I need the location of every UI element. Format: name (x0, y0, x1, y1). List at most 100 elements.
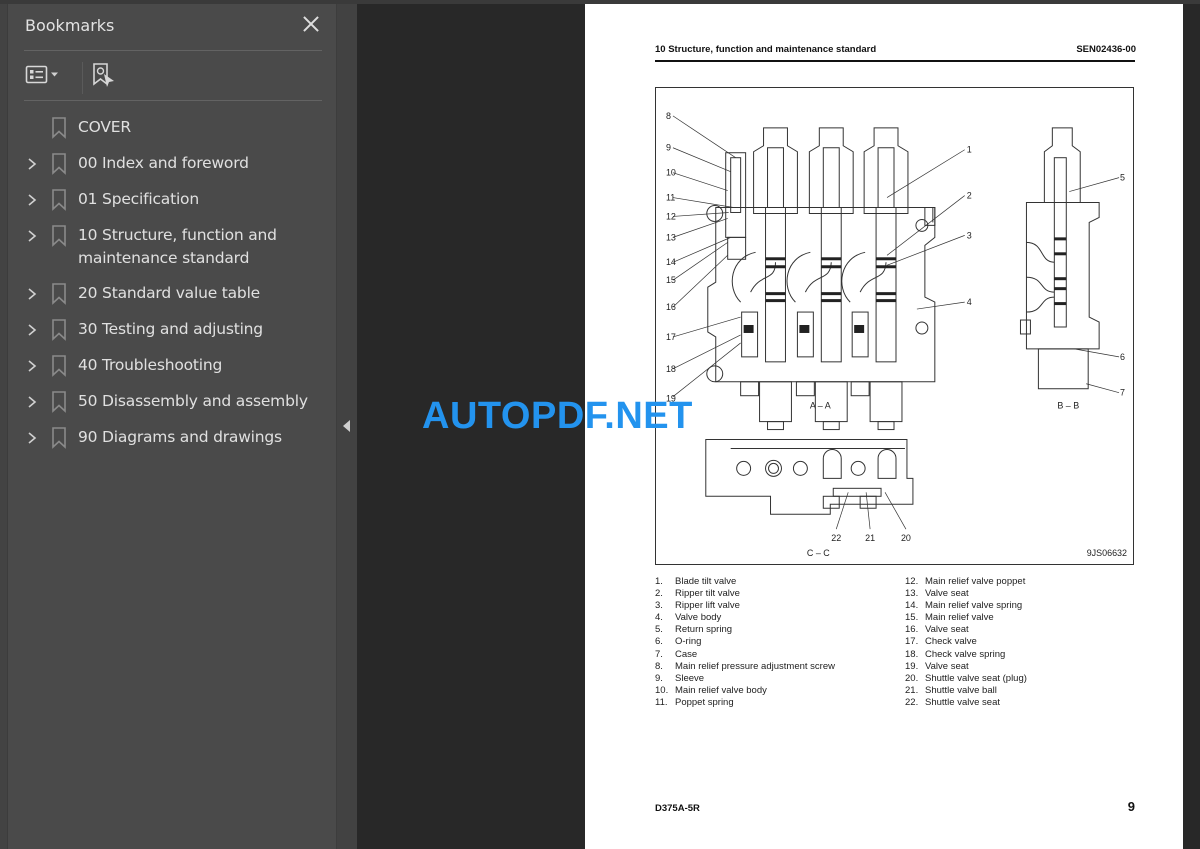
legend-text: Valve seat (925, 624, 969, 636)
legend-item: 4. Valve body (655, 612, 835, 624)
bookmark-icon (48, 318, 70, 342)
legend-number: 4. (655, 612, 663, 624)
bookmark-label: 40 Troubleshooting (78, 356, 223, 374)
legend-number: 20. (905, 672, 919, 684)
bookmark-options-button[interactable] (25, 64, 65, 86)
legend-number: 2. (655, 588, 663, 600)
legend-number: 19. (905, 660, 919, 672)
legend-item: 6. O-ring (655, 636, 835, 648)
collapse-panel-handle[interactable] (336, 4, 357, 849)
figure-label: A – A (810, 401, 831, 411)
legend-text: Sleeve (675, 672, 705, 684)
legend-text: Main relief pressure adjustment screw (675, 660, 835, 672)
bookmark-icon (48, 282, 70, 306)
bookmark-icon (48, 354, 70, 378)
legend-item: 18. Check valve spring (905, 649, 1027, 661)
legend-text: Main relief valve (925, 612, 994, 624)
figure-label: 21 (865, 533, 875, 543)
chevron-right-icon[interactable] (16, 188, 48, 212)
chevron-right-icon[interactable] (16, 390, 48, 414)
watermark-text: AUTOPDF.NET (422, 395, 693, 437)
figure-label: 17 (666, 332, 676, 342)
dropdown-caret-icon (51, 72, 58, 77)
bookmark-label: 50 Disassembly and assembly (78, 392, 308, 410)
legend-item: 10. Main relief valve body (655, 685, 835, 697)
bookmark-item[interactable]: 90 Diagrams and drawings (16, 426, 336, 450)
chevron-right-icon[interactable] (16, 318, 48, 342)
legend-number: 12. (905, 576, 919, 587)
legend-text: Blade tilt valve (675, 576, 737, 587)
control-valve-diagram: 8910111213141516171819123456722 21 20A – A… (666, 111, 1127, 558)
legend-number: 11. (655, 696, 668, 708)
spool-3 (863, 127, 909, 431)
bookmark-item[interactable]: 30 Testing and adjusting (16, 318, 336, 342)
legend-number: 21. (905, 684, 919, 696)
figure-label: 12 (666, 211, 676, 221)
legend-number: 13. (905, 588, 919, 600)
legend-number: 22. (905, 696, 919, 708)
bookmark-label: 01 Specification (78, 190, 199, 208)
legend-item: 13. Valve seat (905, 588, 1027, 600)
bookmark-item[interactable]: COVER (16, 116, 336, 140)
chevron-right-icon[interactable] (16, 354, 48, 378)
bookmark-item[interactable]: 00 Index and foreword (16, 152, 336, 176)
legend-number: 6. (655, 636, 663, 648)
legend-number: 15. (905, 612, 919, 624)
legend-number: 10. (655, 684, 669, 696)
legend-item: 1. Blade tilt valve (655, 576, 835, 588)
chevron-right-icon[interactable] (16, 282, 48, 306)
legend-text: Poppet spring (675, 696, 734, 708)
bookmark-label: COVER (78, 118, 131, 136)
legend-text: Valve body (675, 612, 722, 624)
legend-text: Case (675, 648, 698, 660)
toolbar-separator (82, 62, 83, 94)
chevron-right-icon[interactable] (16, 152, 48, 176)
bookmark-item[interactable]: 10 Structure, function and maintenance s… (16, 224, 336, 270)
bookmark-icon (48, 116, 70, 140)
figure-frame: 8 9 10 11 12 13 14 15 16 17 18 19 1 2 3 4 5 6 7 22 21 20 A – A… (655, 87, 1134, 565)
chevron-right-icon[interactable] (16, 426, 48, 450)
figure-label: 4 (967, 297, 972, 307)
find-current-bookmark-button[interactable] (90, 62, 118, 92)
figure-label: 14 (666, 257, 676, 267)
figure-label: 7 (1120, 388, 1125, 398)
bookmark-icon (48, 152, 70, 176)
bookmark-item[interactable]: 20 Standard value table (16, 282, 336, 306)
list-options-icon (25, 65, 58, 84)
legend-item: 5. Return spring (655, 624, 835, 636)
legend-item: 16. Valve seat (905, 624, 1027, 636)
page-header-code: SEN02436-00 (1076, 44, 1136, 55)
page-header-title: 10 Structure, function and maintenance s… (655, 44, 877, 55)
bookmarks-header: Bookmarks (25, 16, 323, 38)
legend-text: Main relief valve body (675, 684, 767, 696)
legend-number: 3. (655, 600, 663, 612)
section-bb-drawing (1019, 127, 1100, 390)
bookmark-icon (48, 188, 70, 212)
section-cc-drawing (705, 439, 914, 515)
bookmark-item[interactable]: 50 Disassembly and assembly (16, 390, 336, 414)
bookmark-item[interactable]: 40 Troubleshooting (16, 354, 336, 378)
chevron-right-icon[interactable] (16, 224, 48, 248)
page-footer-model: D375A-5R (655, 803, 700, 814)
legend-text: Return spring (675, 624, 733, 636)
figure-label: 3 (967, 230, 972, 240)
legend-item: 9. Sleeve (655, 673, 835, 685)
legend-number: 8. (655, 660, 663, 672)
bookmark-item[interactable]: 01 Specification (16, 188, 336, 212)
bookmarks-panel: Bookmarks COVER 00 Index and foreword 01 S… (8, 4, 336, 849)
bookmark-icon (48, 224, 70, 248)
figure-label: 15 (666, 275, 676, 285)
divider (24, 50, 322, 51)
legend-text: Shuttle valve ball (925, 684, 997, 696)
legend-item: 3. Ripper lift valve (655, 600, 835, 612)
legend-item: 12. Main relief valve poppet (905, 576, 1027, 588)
figure-label: 22 (831, 533, 841, 543)
figure-label: 10 (666, 168, 676, 178)
legend-item: 8. Main relief pressure adjustment screw (655, 661, 835, 673)
figure-label: 2 (967, 191, 972, 201)
bookmark-icon (48, 390, 70, 414)
figure-label: 5 (1120, 173, 1125, 183)
legend-text: Shuttle valve seat (plug) (925, 672, 1027, 684)
close-icon[interactable] (301, 14, 321, 34)
